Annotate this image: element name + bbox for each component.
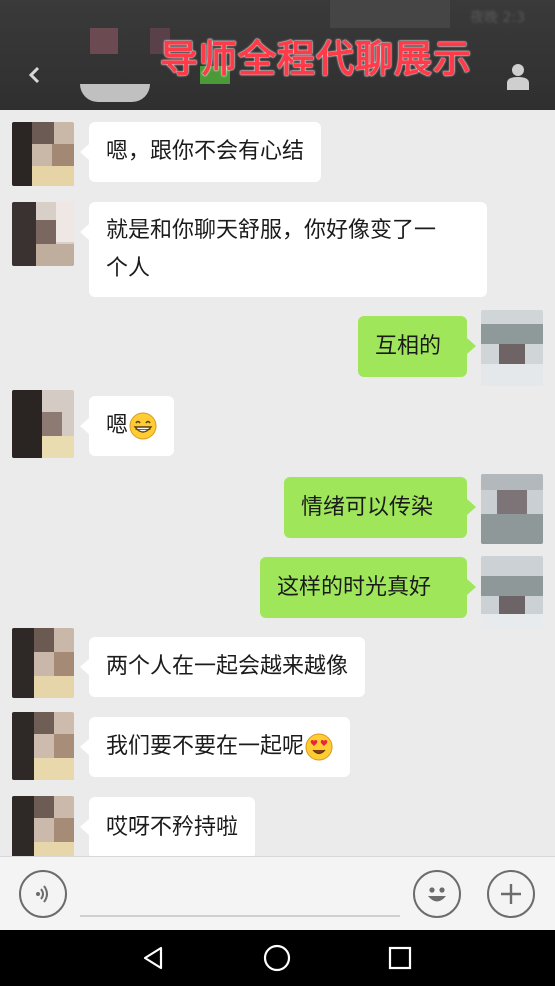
message-text-line: 就是和你聊天舒服，你好像变了一 (106, 217, 437, 243)
back-arrow-icon[interactable] (20, 60, 50, 90)
contact-avatar[interactable] (12, 390, 74, 458)
status-bar-text: 夜晚 2:3 (470, 10, 525, 26)
chat-screen: 夜晚 2:3 导师全程代聊展示 嗯，跟你不会有心结 就是和你聊天舒服，你好像变了… (0, 0, 555, 986)
chat-message-row: 就是和你聊天舒服，你好像变了一 个人 (0, 202, 555, 298)
message-bubble-received[interactable]: 嗯，跟你不会有心结 (79, 122, 322, 182)
contact-avatar[interactable] (12, 796, 74, 856)
blurred-name-mosaic (80, 84, 150, 102)
contact-avatar[interactable] (12, 202, 74, 266)
chat-message-row: 两个人在一起会越来越像 (0, 628, 555, 698)
chat-input-bar (0, 856, 555, 931)
contact-avatar[interactable] (12, 628, 74, 698)
system-nav-bar (0, 930, 555, 986)
smiley-icon[interactable] (413, 870, 461, 918)
my-avatar[interactable] (481, 556, 543, 628)
message-bubble-received[interactable]: 哎呀不矜持啦 (79, 797, 256, 856)
message-text: 嗯 (106, 413, 129, 438)
chat-message-row: 这样的时光真好 (0, 552, 555, 628)
blurred-name-mosaic (330, 0, 450, 28)
chat-message-row: 哎呀不矜持啦 (0, 796, 555, 856)
contact-avatar[interactable] (12, 122, 74, 186)
chat-message-row: 嗯，跟你不会有心结 (0, 122, 555, 186)
chat-message-row: 我们要不要在一起呢 (0, 712, 555, 780)
chat-message-row: 嗯 (0, 390, 555, 458)
page-title: 导师全程代聊展示 (160, 37, 473, 81)
message-bubble-received[interactable]: 我们要不要在一起呢 (79, 717, 351, 777)
circle-home-icon[interactable] (257, 940, 297, 976)
triangle-back-icon[interactable] (134, 940, 174, 976)
contact-profile-icon[interactable] (500, 58, 536, 94)
voice-icon[interactable] (19, 870, 67, 918)
grinning-face-icon (129, 412, 157, 440)
message-text: 两个人在一起会越来越像 (106, 654, 349, 679)
heart-eyes-icon (305, 733, 333, 761)
message-text: 这样的时光真好 (277, 574, 432, 600)
plus-icon[interactable] (487, 870, 535, 918)
message-text: 情绪可以传染 (301, 494, 434, 520)
message-bubble-received[interactable]: 两个人在一起会越来越像 (79, 637, 366, 697)
my-avatar[interactable] (481, 474, 543, 544)
message-text: 哎呀不矜持啦 (106, 815, 239, 840)
chat-header: 夜晚 2:3 导师全程代聊展示 (0, 0, 555, 110)
message-bubble-sent[interactable]: 这样的时光真好 (260, 557, 476, 618)
message-text: 我们要不要在一起呢 (106, 734, 305, 759)
contact-avatar[interactable] (12, 712, 74, 780)
message-input-field[interactable] (80, 915, 400, 917)
square-recents-icon[interactable] (380, 940, 420, 976)
chat-message-row: 情绪可以传染 (0, 470, 555, 546)
message-bubble-received[interactable]: 就是和你聊天舒服，你好像变了一 个人 (80, 202, 487, 297)
chat-message-row: 互相的 (0, 306, 555, 386)
message-text: 互相的 (375, 333, 442, 359)
message-text-line: 个人 (106, 255, 151, 281)
blurred-name-mosaic (90, 28, 118, 54)
my-avatar[interactable] (481, 310, 543, 386)
message-bubble-sent[interactable]: 互相的 (358, 316, 476, 377)
message-bubble-received[interactable]: 嗯 (79, 396, 175, 456)
message-text: 嗯，跟你不会有心结 (106, 139, 305, 164)
message-bubble-sent[interactable]: 情绪可以传染 (284, 477, 476, 538)
